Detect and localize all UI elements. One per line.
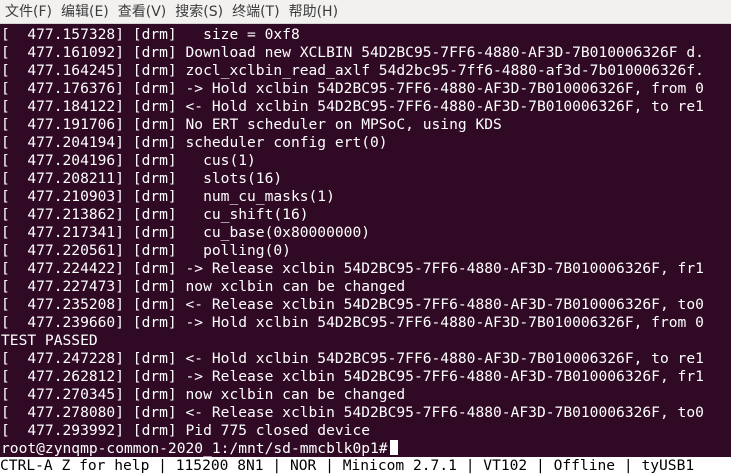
terminal-line: [ 477.204194] [drm] scheduler config ert… (1, 134, 388, 151)
terminal-line: [ 477.224422] [drm] -> Release xclbin 54… (1, 260, 704, 277)
menu-bar: 文件(F) 编辑(E) 查看(V) 搜索(S) 终端(T) 帮助(H) (0, 0, 731, 24)
terminal-line: [ 477.210903] [drm] num_cu_masks(1) (1, 188, 335, 205)
menu-edit[interactable]: 编辑(E) (56, 1, 113, 23)
status-separator: | (316, 457, 343, 474)
terminal-line: [ 477.157328] [drm] size = 0xf8 (1, 26, 300, 43)
terminal-line: [ 477.184122] [drm] <- Hold xclbin 54D2B… (1, 98, 704, 115)
status-separator: | (456, 457, 484, 474)
terminal-line: [ 477.208211] [drm] slots(16) (1, 170, 283, 187)
menu-help[interactable]: 帮助(H) (284, 1, 342, 23)
terminal-line: [ 477.270345] [drm] now xclbin can be ch… (1, 386, 406, 403)
terminal-output[interactable]: [ 477.157328] [drm] size = 0xf8 [ 477.16… (0, 26, 731, 457)
shell-prompt-line[interactable]: root@zynqmp-common-2020_1:/mnt/sd-mmcblk… (0, 440, 731, 457)
terminal-line: [ 477.293992] [drm] Pid 775 closed devic… (1, 422, 371, 439)
menu-file[interactable]: 文件(F) (0, 1, 56, 23)
status-device: tyUSB1 (641, 457, 695, 474)
status-mode: NOR (289, 457, 317, 474)
menu-view[interactable]: 查看(V) (113, 1, 171, 23)
terminal-line: [ 477.191706] [drm] No ERT scheduler on … (1, 116, 502, 133)
status-terminal-type: VT102 (483, 457, 528, 474)
status-connection: Offline (553, 457, 616, 474)
status-separator: | (149, 457, 176, 474)
status-separator: | (263, 457, 290, 474)
terminal-line: [ 477.217341] [drm] cu_base(0x80000000) (1, 224, 371, 241)
status-separator: | (527, 457, 554, 474)
menu-terminal[interactable]: 终端(T) (227, 1, 283, 23)
minicom-status-bar: CTRL-A Z for help | 115200 8N1 | NOR | M… (0, 457, 731, 475)
status-separator: | (615, 457, 642, 474)
status-version: Minicom 2.7.1 (342, 457, 457, 474)
terminal-line: [ 477.262812] [drm] -> Release xclbin 54… (1, 368, 704, 385)
terminal-line: [ 477.204196] [drm] cus(1) (1, 152, 256, 169)
terminal-line: [ 477.235208] [drm] <- Release xclbin 54… (1, 296, 704, 313)
terminal-line: [ 477.220561] [drm] polling(0) (1, 242, 291, 259)
status-baud: 115200 8N1 (175, 457, 264, 474)
terminal-line: TEST PASSED (1, 332, 98, 349)
terminal-line: [ 477.176376] [drm] -> Hold xclbin 54D2B… (1, 80, 704, 97)
terminal-line: [ 477.164245] [drm] zocl_xclbin_read_axl… (1, 62, 704, 79)
terminal-line: [ 477.278080] [drm] <- Release xclbin 54… (1, 404, 704, 421)
terminal-line: [ 477.247228] [drm] <- Hold xclbin 54D2B… (1, 350, 704, 367)
menu-search[interactable]: 搜索(S) (170, 1, 227, 23)
terminal-line: [ 477.239660] [drm] -> Hold xclbin 54D2B… (1, 314, 704, 331)
terminal-line: [ 477.227473] [drm] now xclbin can be ch… (1, 278, 406, 295)
terminal-line: [ 477.161092] [drm] Download new XCLBIN … (1, 44, 704, 61)
status-help: CTRL-A Z for help (0, 457, 150, 474)
shell-prompt: root@zynqmp-common-2020_1:/mnt/sd-mmcblk… (1, 440, 388, 457)
text-cursor (389, 440, 398, 455)
terminal-line: [ 477.213862] [drm] cu_shift(16) (1, 206, 309, 223)
